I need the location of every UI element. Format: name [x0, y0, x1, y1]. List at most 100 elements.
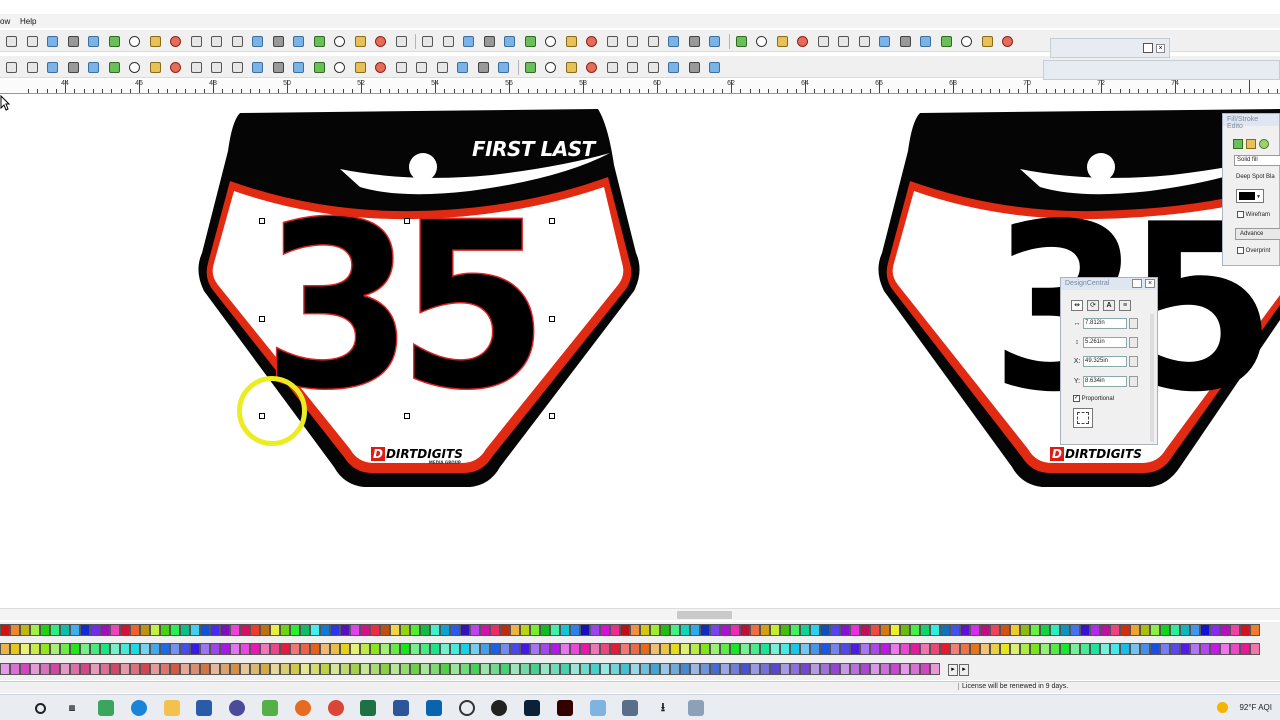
stroke-tab-icon[interactable] [1246, 139, 1256, 149]
color-swatch[interactable] [740, 643, 750, 655]
toolbar-tool-icon[interactable] [665, 33, 682, 49]
excel-icon[interactable] [360, 700, 376, 716]
color-swatch[interactable] [150, 643, 160, 655]
selection-handle-top-left[interactable] [259, 218, 265, 224]
color-swatch[interactable] [550, 624, 560, 636]
color-swatch[interactable] [1190, 643, 1200, 655]
color-swatch[interactable] [1200, 643, 1210, 655]
color-swatch[interactable] [360, 624, 370, 636]
toolbar-tool-icon[interactable] [85, 33, 102, 49]
color-swatch[interactable] [30, 663, 40, 675]
color-swatch[interactable] [1160, 643, 1170, 655]
toolbar-tool-icon[interactable] [44, 33, 61, 49]
color-swatch[interactable] [600, 643, 610, 655]
color-swatch[interactable] [550, 663, 560, 675]
color-swatch[interactable] [330, 624, 340, 636]
color-swatch[interactable] [280, 643, 290, 655]
color-swatch[interactable] [900, 643, 910, 655]
toolbar-tool-icon[interactable] [495, 59, 512, 75]
color-swatch[interactable] [730, 624, 740, 636]
color-swatch[interactable] [60, 624, 70, 636]
color-swatch[interactable] [670, 663, 680, 675]
color-swatch[interactable] [320, 663, 330, 675]
color-swatch[interactable] [1140, 624, 1150, 636]
color-swatch[interactable] [390, 643, 400, 655]
toolbar-tool-icon[interactable] [352, 59, 369, 75]
color-swatch[interactable] [650, 663, 660, 675]
scrollbar-thumb[interactable] [677, 611, 732, 619]
toolbar-tool-icon[interactable] [65, 33, 82, 49]
wireframe-option[interactable]: Wirefram [1237, 211, 1270, 218]
color-swatch[interactable] [240, 663, 250, 675]
color-swatch[interactable] [460, 643, 470, 655]
toolbar-tool-icon[interactable] [413, 59, 430, 75]
color-swatch[interactable] [100, 663, 110, 675]
color-swatch[interactable] [810, 643, 820, 655]
color-swatch[interactable] [930, 643, 940, 655]
taskbar-app-green-icon[interactable] [98, 700, 114, 716]
color-swatch[interactable] [1030, 643, 1040, 655]
color-swatch[interactable] [50, 643, 60, 655]
toolbar-tool-icon[interactable] [188, 59, 205, 75]
color-swatch[interactable] [560, 624, 570, 636]
toolbar-tool-icon[interactable] [331, 59, 348, 75]
palette-scroll-right-icon[interactable]: ▸ [948, 664, 958, 676]
toolbar-tool-icon[interactable] [208, 59, 225, 75]
color-swatch[interactable] [620, 624, 630, 636]
color-swatch[interactable] [370, 643, 380, 655]
color-swatch[interactable] [1120, 624, 1130, 636]
taskbar-app-pen-icon[interactable] [590, 700, 606, 716]
width-spinner[interactable] [1129, 317, 1138, 329]
color-swatch[interactable] [360, 643, 370, 655]
horizontal-scrollbar[interactable] [0, 608, 1280, 620]
color-swatch[interactable] [660, 643, 670, 655]
y-input[interactable]: 8.634in [1083, 375, 1127, 387]
color-swatch[interactable] [760, 643, 770, 655]
color-swatch[interactable] [490, 643, 500, 655]
color-swatch[interactable] [970, 643, 980, 655]
y-spinner[interactable] [1129, 375, 1138, 387]
toolbar-tool-icon[interactable] [270, 33, 287, 49]
toolbar-tool-icon[interactable] [126, 59, 143, 75]
color-swatch[interactable] [150, 624, 160, 636]
color-swatch[interactable] [120, 643, 130, 655]
toolbar-tool-icon[interactable] [645, 59, 662, 75]
color-swatch[interactable] [90, 663, 100, 675]
color-swatch[interactable] [280, 663, 290, 675]
color-swatch[interactable] [40, 643, 50, 655]
color-swatch[interactable] [540, 663, 550, 675]
color-swatch[interactable] [1050, 643, 1060, 655]
toolbar-tool-icon[interactable] [794, 33, 811, 49]
color-swatch[interactable] [880, 643, 890, 655]
color-swatch[interactable] [420, 624, 430, 636]
color-swatch[interactable] [820, 624, 830, 636]
toolbar-tool-icon[interactable] [542, 33, 559, 49]
color-swatch[interactable] [530, 663, 540, 675]
color-swatch[interactable] [350, 663, 360, 675]
color-swatch[interactable] [160, 643, 170, 655]
color-swatch[interactable] [940, 624, 950, 636]
selection-handle-left[interactable] [259, 316, 265, 322]
color-swatch[interactable] [1160, 624, 1170, 636]
color-swatch[interactable] [1040, 624, 1050, 636]
color-swatch[interactable] [290, 624, 300, 636]
calculator-icon[interactable] [622, 700, 638, 716]
color-swatch[interactable] [1070, 624, 1080, 636]
toolbar-tool-icon[interactable] [3, 33, 20, 49]
color-swatch[interactable] [510, 663, 520, 675]
color-swatch[interactable] [640, 663, 650, 675]
color-swatch[interactable] [660, 663, 670, 675]
color-swatch[interactable] [1150, 643, 1160, 655]
color-swatch[interactable] [910, 624, 920, 636]
color-swatch[interactable] [300, 624, 310, 636]
color-swatch[interactable] [240, 624, 250, 636]
toolbar-tool-icon[interactable] [167, 33, 184, 49]
toolbar-tool-icon[interactable] [188, 33, 205, 49]
color-swatch[interactable] [360, 663, 370, 675]
color-swatch[interactable] [940, 643, 950, 655]
toolbar-tool-icon[interactable] [290, 59, 307, 75]
docked-panel-header[interactable]: × [1050, 38, 1170, 58]
toolbar-tool-icon[interactable] [167, 59, 184, 75]
color-swatch[interactable] [340, 643, 350, 655]
color-swatch[interactable] [140, 643, 150, 655]
